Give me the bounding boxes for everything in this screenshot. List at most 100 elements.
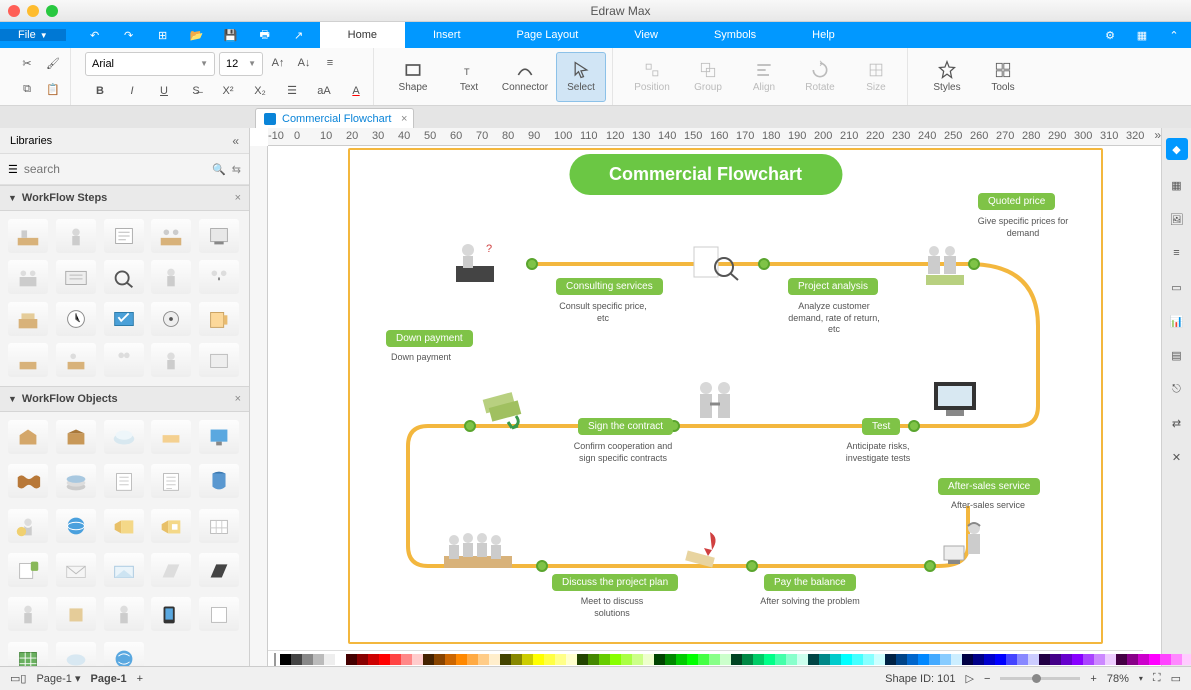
lib-shape[interactable]: [56, 464, 96, 498]
page-label[interactable]: Page-1: [91, 673, 127, 685]
color-swatch[interactable]: [1083, 654, 1094, 665]
close-panel-icon[interactable]: ×: [235, 393, 241, 405]
increase-font-icon[interactable]: A↑: [267, 52, 289, 74]
illustration[interactable]: [918, 241, 972, 291]
font-size-select[interactable]: 12▼: [219, 52, 263, 76]
open-icon[interactable]: 📂: [186, 24, 208, 46]
flow-node[interactable]: [526, 258, 538, 270]
lib-shape[interactable]: [104, 343, 144, 377]
illustration[interactable]: [688, 241, 742, 291]
lib-shape[interactable]: [104, 464, 144, 498]
lib-shape[interactable]: [104, 553, 144, 587]
color-swatch[interactable]: [291, 654, 302, 665]
lib-shape[interactable]: [151, 343, 191, 377]
zoom-value[interactable]: 78%: [1107, 673, 1129, 685]
color-swatch[interactable]: [929, 654, 940, 665]
fit-page-icon[interactable]: ⛶: [1153, 672, 1161, 685]
close-tab-icon[interactable]: ×: [401, 113, 407, 125]
illustration[interactable]: [678, 526, 732, 576]
color-swatch[interactable]: [1149, 654, 1160, 665]
lib-shape[interactable]: [56, 260, 96, 294]
color-swatch[interactable]: [412, 654, 423, 665]
color-swatch[interactable]: [302, 654, 313, 665]
color-swatch[interactable]: [566, 654, 577, 665]
lib-shape[interactable]: [8, 343, 48, 377]
lib-shape[interactable]: [199, 219, 239, 253]
color-swatch[interactable]: [280, 654, 291, 665]
color-swatch[interactable]: [1094, 654, 1105, 665]
new-icon[interactable]: ⊞: [152, 24, 174, 46]
lib-shape[interactable]: [151, 420, 191, 454]
color-swatch[interactable]: [1127, 654, 1138, 665]
color-swatch[interactable]: [907, 654, 918, 665]
color-swatch[interactable]: [720, 654, 731, 665]
flow-node[interactable]: [746, 560, 758, 572]
color-swatch[interactable]: [500, 654, 511, 665]
lib-shape[interactable]: [104, 509, 144, 543]
callout-aftersales[interactable]: After-sales service: [938, 478, 1040, 495]
style-panel-icon[interactable]: ◆: [1166, 138, 1188, 160]
text-case-icon[interactable]: aA: [313, 80, 335, 102]
callout-analysis[interactable]: Project analysis: [788, 278, 878, 295]
comment-panel-icon[interactable]: ⇄: [1168, 414, 1186, 432]
zoom-in-button[interactable]: +: [1090, 673, 1096, 685]
connector-tool[interactable]: Connector: [500, 52, 550, 102]
tools-button[interactable]: Tools: [978, 52, 1028, 102]
expand-rail-icon[interactable]: »: [1154, 128, 1161, 142]
color-swatch[interactable]: [1028, 654, 1039, 665]
color-swatch[interactable]: [676, 654, 687, 665]
lib-shape[interactable]: [151, 509, 191, 543]
presentation-icon[interactable]: ▷: [966, 672, 974, 685]
color-swatch[interactable]: [797, 654, 808, 665]
search-options-icon[interactable]: ⇆: [232, 163, 241, 176]
color-swatch[interactable]: [1061, 654, 1072, 665]
callout-consulting[interactable]: Consulting services: [556, 278, 663, 295]
color-swatch[interactable]: [489, 654, 500, 665]
add-page-button[interactable]: +: [137, 673, 143, 685]
callout-sign[interactable]: Sign the contract: [578, 418, 673, 435]
export-icon[interactable]: ↗: [288, 24, 310, 46]
subscript-icon[interactable]: X₂: [249, 80, 271, 102]
lib-shape[interactable]: [151, 260, 191, 294]
theme-panel-icon[interactable]: ▦: [1168, 176, 1186, 194]
color-swatch[interactable]: [852, 654, 863, 665]
pages-icon[interactable]: ▭▯: [10, 672, 26, 685]
menu-home[interactable]: Home: [320, 22, 405, 48]
lib-shape[interactable]: [56, 302, 96, 336]
color-swatch[interactable]: [1182, 654, 1191, 665]
color-swatch[interactable]: [1138, 654, 1149, 665]
flow-node[interactable]: [464, 420, 476, 432]
flow-node[interactable]: [536, 560, 548, 572]
chart-panel-icon[interactable]: 📊: [1168, 312, 1186, 330]
callout-test[interactable]: Test: [862, 418, 900, 435]
maximize-window-button[interactable]: [46, 5, 58, 17]
lib-shape[interactable]: [56, 553, 96, 587]
color-swatch[interactable]: [434, 654, 445, 665]
font-family-select[interactable]: Arial▼: [85, 52, 215, 76]
redo-icon[interactable]: ↷: [118, 24, 140, 46]
lib-shape[interactable]: [8, 464, 48, 498]
lib-shape[interactable]: [56, 420, 96, 454]
color-swatch[interactable]: [511, 654, 522, 665]
color-swatch[interactable]: [896, 654, 907, 665]
color-swatch[interactable]: [1050, 654, 1061, 665]
color-swatch[interactable]: [1116, 654, 1127, 665]
group-tool[interactable]: Group: [683, 52, 733, 102]
table-panel-icon[interactable]: ▤: [1168, 346, 1186, 364]
color-swatch[interactable]: [533, 654, 544, 665]
file-menu[interactable]: File▼: [0, 29, 66, 41]
color-swatch[interactable]: [918, 654, 929, 665]
color-swatch[interactable]: [753, 654, 764, 665]
color-swatch[interactable]: [1072, 654, 1083, 665]
lib-shape[interactable]: [56, 597, 96, 631]
search-input[interactable]: [24, 158, 206, 180]
lib-shape[interactable]: [104, 597, 144, 631]
color-swatch[interactable]: [588, 654, 599, 665]
color-swatch[interactable]: [1039, 654, 1050, 665]
color-swatch[interactable]: [742, 654, 753, 665]
color-swatch[interactable]: [346, 654, 357, 665]
color-swatch[interactable]: [863, 654, 874, 665]
callout-downpay[interactable]: Down payment: [386, 330, 473, 347]
color-swatch[interactable]: [786, 654, 797, 665]
color-swatch[interactable]: [368, 654, 379, 665]
